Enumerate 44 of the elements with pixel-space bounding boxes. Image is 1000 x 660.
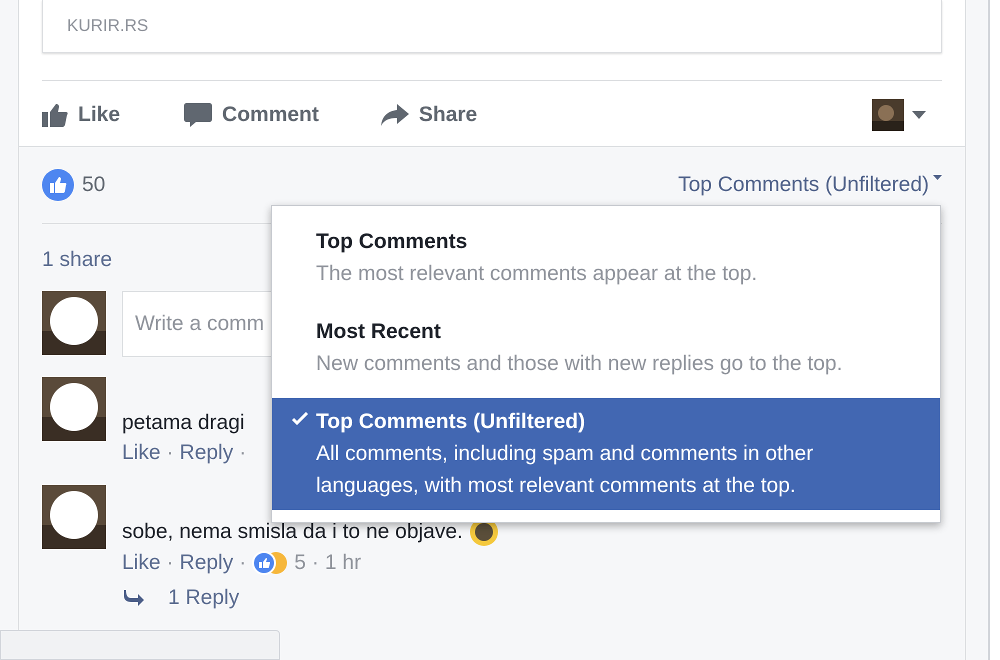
comment-action-link[interactable]: Reply — [180, 437, 234, 469]
comment-action-link[interactable]: Like — [122, 437, 161, 469]
reaction-count[interactable]: 5 — [294, 547, 306, 579]
separator-dot: · — [166, 440, 174, 466]
reaction-icons — [252, 550, 288, 576]
comment-text: sobe, nema smisla da i to ne objave. — [122, 519, 463, 545]
menu-item-description: The most relevant comments appear at the top. — [316, 261, 758, 287]
sort-menu[interactable] — [271, 205, 941, 523]
menu-item-title: Most Recent — [316, 319, 442, 345]
separator-dot: · — [239, 550, 246, 576]
share-count[interactable]: 1 share — [42, 248, 112, 271]
like-reaction-icon — [42, 169, 74, 201]
checkmark-icon — [292, 412, 308, 425]
menu-item-description: New comments and those with new replies go to the top. — [316, 351, 842, 377]
menu-item-description: All comments, including spam and comments in other languages, with most relevant comments at the top. — [316, 441, 814, 499]
avatar — [42, 291, 106, 355]
comment-text: petama dragi — [122, 410, 245, 436]
reply-arrow-icon — [122, 590, 144, 606]
share-arrow-icon — [380, 104, 409, 126]
like-button[interactable]: Like — [42, 98, 120, 130]
speech-bubble-icon — [184, 102, 212, 128]
menu-item[interactable]: Top Comments The most relevant comments appear at the top. — [272, 218, 940, 298]
audience-selector[interactable] — [872, 98, 926, 130]
comment-time: 1 hr — [324, 550, 362, 576]
link-domain: KURIR.RS — [67, 15, 148, 38]
menu-item[interactable]: Top Comments (Unfiltered) All comments, including spam and comments in other languages, with most relevant comments at the top. — [272, 398, 940, 510]
menu-item[interactable]: Most Recent New comments and those with new replies go to the top. — [272, 308, 940, 388]
caret-icon — [933, 175, 942, 180]
comment-button[interactable]: Comment — [184, 98, 319, 130]
link-preview-card[interactable]: KURIR.RS — [42, 0, 942, 53]
comment-action-link[interactable]: Reply — [180, 547, 234, 579]
share-button[interactable]: Share — [380, 98, 478, 130]
caret-icon — [912, 110, 926, 118]
separator-dot: · — [312, 550, 319, 576]
separator-dot: · — [239, 440, 246, 466]
menu-item-title: Top Comments — [316, 229, 468, 255]
menu-item-title: Top Comments (Unfiltered) — [316, 409, 586, 435]
comment-action-link[interactable]: Like — [122, 547, 161, 579]
avatar — [42, 377, 106, 441]
avatar — [42, 485, 106, 549]
separator-dot: · — [166, 550, 174, 576]
sort-dropdown[interactable]: Top Comments (Unfiltered) — [678, 169, 942, 201]
reaction-count[interactable]: 50 — [82, 169, 106, 201]
thumbs-up-icon — [42, 102, 68, 126]
